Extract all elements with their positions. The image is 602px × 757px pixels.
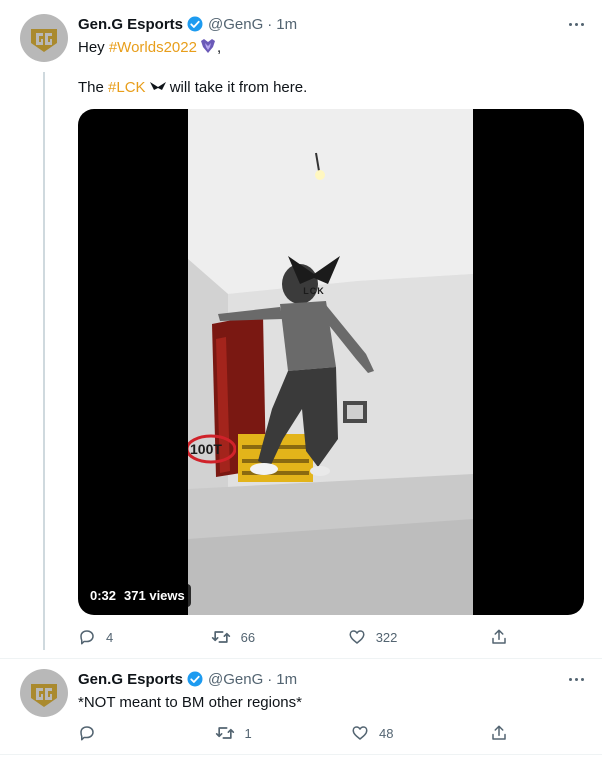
share-icon	[492, 725, 506, 740]
author-handle[interactable]: @GenG	[208, 671, 263, 688]
retweet-icon	[211, 631, 230, 643]
video-duration: 0:32	[90, 588, 117, 603]
reply-count: 4	[106, 629, 114, 645]
retweet-count: 1	[244, 725, 252, 741]
tweet-2[interactable]: Gen.G Esports @GenG · 1m *NOT meant to B…	[0, 659, 602, 755]
tweet-actions: 1 48	[78, 724, 508, 742]
author-handle[interactable]: @GenG	[208, 16, 263, 33]
author-name[interactable]: Gen.G Esports	[78, 16, 183, 33]
share-button[interactable]	[490, 724, 508, 742]
text-segment: The	[78, 79, 109, 96]
100t-sign: 100T	[188, 434, 238, 464]
hashtag-worlds2022[interactable]: #Worlds2022	[109, 39, 197, 56]
100t-sign-text: 100T	[190, 441, 222, 457]
timestamp[interactable]: 1m	[276, 16, 297, 33]
bottom-divider	[0, 754, 602, 755]
timeline: Gen.G Esports @GenG · 1m Hey #Worlds2022…	[0, 0, 602, 757]
geng-logo-icon	[31, 29, 57, 52]
tweet-text: *NOT meant to BM other regions*	[78, 694, 302, 711]
share-button[interactable]	[490, 628, 508, 646]
separator-dot: ·	[267, 15, 273, 33]
lck-logo-overlay: LCK	[284, 254, 344, 302]
like-count: 48	[379, 725, 394, 741]
retweet-button[interactable]: 66	[211, 628, 255, 646]
tweet-text-line-1: Hey #Worlds2022 ,	[78, 38, 221, 60]
video-stats-badge: 0:32 371 views	[84, 584, 191, 607]
verified-badge-icon	[186, 15, 204, 33]
author-name[interactable]: Gen.G Esports	[78, 671, 183, 688]
more-options-icon[interactable]	[569, 23, 584, 26]
tweet-text-line-2: The #LCK will take it from here.	[78, 77, 307, 98]
more-options-icon[interactable]	[569, 678, 584, 681]
heart-icon	[349, 630, 365, 644]
reply-button[interactable]: 4	[78, 628, 118, 646]
separator-dot: ·	[267, 670, 273, 688]
reply-button[interactable]	[78, 724, 118, 742]
reply-icon	[80, 630, 94, 645]
retweet-button[interactable]: 1	[215, 724, 255, 742]
like-button[interactable]: 322	[348, 628, 398, 646]
hashtag-lck[interactable]: #LCK	[108, 79, 146, 96]
lck-logo-icon	[288, 256, 340, 284]
tweet-header: Gen.G Esports @GenG · 1m	[78, 670, 297, 688]
timestamp[interactable]: 1m	[276, 671, 297, 688]
text-segment: will take it from here.	[165, 79, 308, 96]
video-views: 371 views	[124, 588, 185, 603]
like-button[interactable]: 48	[351, 724, 393, 742]
verified-badge-icon	[186, 670, 204, 688]
lck-emoji-icon	[149, 77, 166, 97]
geng-logo-icon	[31, 684, 57, 707]
retweet-count: 66	[240, 629, 256, 645]
retweet-icon	[215, 727, 234, 739]
reply-icon	[80, 726, 94, 741]
heart-icon	[352, 726, 368, 740]
lck-logo-text: LCK	[303, 286, 325, 296]
tweet-1[interactable]: Gen.G Esports @GenG · 1m Hey #Worlds2022…	[0, 0, 602, 658]
share-icon	[492, 629, 506, 644]
like-count: 322	[375, 629, 398, 645]
worlds-emoji-icon	[199, 38, 217, 60]
text-segment: ,	[216, 39, 222, 56]
avatar[interactable]	[20, 14, 68, 62]
video-frame: LCK 100T	[188, 109, 473, 615]
tweet-header: Gen.G Esports @GenG · 1m	[78, 15, 297, 33]
video-player[interactable]: LCK 100T 0:32 371 views	[78, 109, 584, 615]
avatar[interactable]	[20, 669, 68, 717]
tweet-actions: 4 66 322	[78, 628, 508, 646]
text-segment: Hey	[78, 39, 109, 56]
